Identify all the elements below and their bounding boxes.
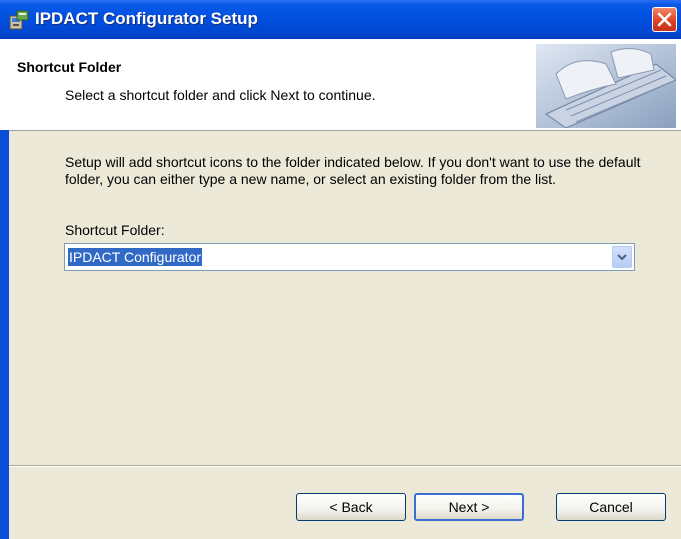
shortcut-folder-label: Shortcut Folder: [65, 222, 165, 238]
cancel-button[interactable]: Cancel [556, 493, 666, 521]
back-button[interactable]: < Back [296, 493, 406, 521]
button-separator [9, 465, 681, 467]
close-button[interactable] [652, 7, 677, 32]
window-title: IPDACT Configurator Setup [35, 9, 258, 28]
chevron-down-icon [617, 254, 627, 261]
close-icon [653, 8, 676, 31]
installer-icon [9, 10, 29, 30]
dropdown-button[interactable] [612, 246, 632, 268]
title-bar[interactable]: IPDACT Configurator Setup [0, 0, 681, 39]
next-button[interactable]: Next > [414, 493, 524, 521]
shortcut-folder-value[interactable]: IPDACT Configurator [68, 248, 203, 266]
keyboard-hands-image [536, 44, 676, 128]
wizard-header: Shortcut Folder Select a shortcut folder… [0, 39, 681, 131]
page-title: Shortcut Folder [17, 59, 122, 75]
setup-window: IPDACT Configurator Setup Shortcut Folde… [0, 0, 681, 539]
window-frame-left [0, 130, 9, 539]
shortcut-folder-combobox[interactable]: IPDACT Configurator [64, 243, 635, 271]
page-subtitle: Select a shortcut folder and click Next … [65, 87, 376, 103]
instructions-text: Setup will add shortcut icons to the fol… [65, 154, 641, 187]
